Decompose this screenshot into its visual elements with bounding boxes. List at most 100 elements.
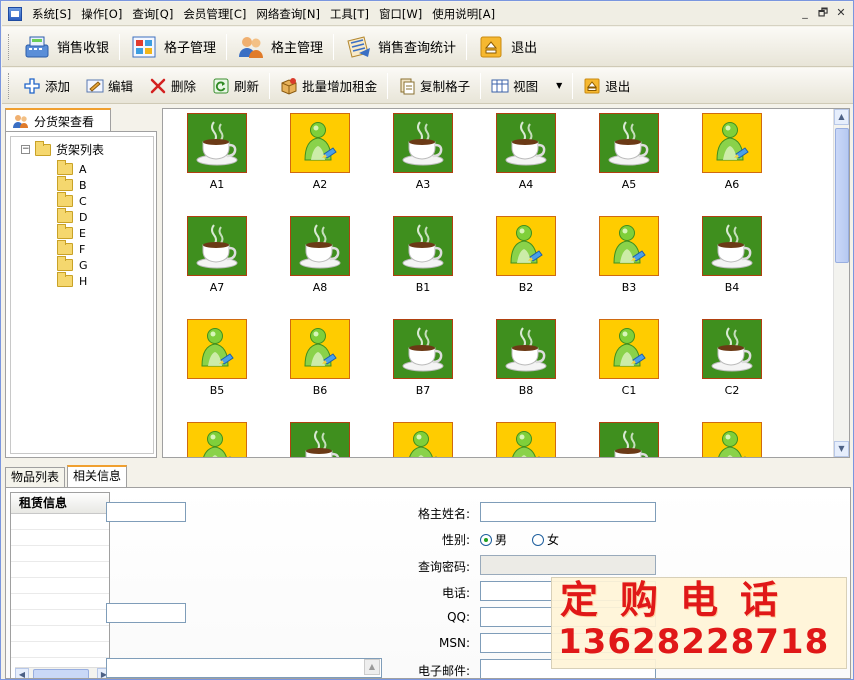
coffee-cup-icon[interactable] (290, 216, 350, 276)
user-available-icon[interactable] (496, 422, 556, 457)
batch-add-rent-button[interactable]: 批量增加租金 (272, 72, 385, 100)
tree-root[interactable]: − 货架列表 (21, 140, 104, 158)
grid-cell[interactable]: B6 (266, 319, 356, 397)
tree-item-b[interactable]: B (57, 176, 88, 193)
list-item[interactable] (11, 642, 109, 658)
coffee-cup-icon[interactable] (496, 319, 556, 379)
sales-checkout-button[interactable]: 销售收银 (15, 31, 117, 63)
user-available-icon[interactable] (496, 216, 556, 276)
tree-item-c[interactable]: C (57, 192, 88, 209)
coffee-cup-icon[interactable] (496, 113, 556, 173)
grid-cell[interactable] (266, 422, 356, 457)
coffee-cup-icon[interactable] (702, 216, 762, 276)
list-item[interactable] (11, 578, 109, 594)
chevron-down-icon[interactable]: ▼ (556, 81, 562, 90)
grid-cell[interactable]: A4 (472, 113, 562, 191)
user-available-icon[interactable] (290, 319, 350, 379)
grid-cell[interactable]: B3 (575, 216, 665, 294)
query-password-input[interactable] (480, 555, 656, 575)
grid-cell[interactable]: A8 (266, 216, 356, 294)
toolbar-grip[interactable] (8, 72, 11, 99)
field-scroll-button[interactable]: ▲ (364, 659, 380, 675)
coffee-cup-icon[interactable] (393, 113, 453, 173)
tab-related-info[interactable]: 相关信息 (67, 465, 128, 487)
grid-cell[interactable] (163, 422, 253, 457)
scroll-thumb[interactable] (33, 669, 89, 678)
rent-field-3[interactable] (106, 658, 382, 678)
delete-button[interactable]: 删除 (141, 72, 204, 100)
coffee-cup-icon[interactable] (599, 422, 659, 457)
coffee-cup-icon[interactable] (187, 216, 247, 276)
owner-management-button[interactable]: 格主管理 (229, 31, 331, 63)
collapse-icon[interactable]: − (21, 145, 30, 154)
user-available-icon[interactable] (599, 216, 659, 276)
grid-management-button[interactable]: 格子管理 (122, 31, 224, 63)
grid-cell[interactable]: A1 (163, 113, 253, 191)
grid-cell[interactable] (575, 422, 665, 457)
menu-help[interactable]: 使用说明[A] (427, 3, 500, 25)
tab-item-list[interactable]: 物品列表 (5, 467, 66, 487)
exit-button[interactable]: 退出 (469, 31, 545, 63)
coffee-cup-icon[interactable] (393, 319, 453, 379)
tree-item-g[interactable]: G (57, 256, 88, 273)
sales-statistics-button[interactable]: 销售查询统计 (336, 31, 464, 63)
scroll-thumb[interactable] (835, 128, 849, 263)
menu-network[interactable]: 网络查询[N] (251, 3, 325, 25)
user-available-icon[interactable] (187, 422, 247, 457)
menu-member[interactable]: 会员管理[C] (178, 3, 251, 25)
rent-field-1[interactable] (106, 502, 186, 522)
list-item[interactable] (11, 546, 109, 562)
tree-item-h[interactable]: H (57, 272, 88, 289)
coffee-cup-icon[interactable] (393, 216, 453, 276)
grid-cell[interactable] (472, 422, 562, 457)
list-item[interactable] (11, 562, 109, 578)
grid-cell[interactable] (678, 422, 768, 457)
restore-button[interactable]: 🗗 (815, 6, 831, 22)
grid-cell[interactable]: A6 (678, 113, 768, 191)
add-button[interactable]: 添加 (15, 72, 78, 100)
copy-grid-button[interactable]: 复制格子 (390, 72, 478, 100)
app-icon[interactable] (8, 6, 22, 21)
coffee-cup-icon[interactable] (702, 319, 762, 379)
scroll-down-button[interactable]: ▼ (834, 441, 849, 457)
grid-cell[interactable]: B1 (369, 216, 459, 294)
user-available-icon[interactable] (702, 422, 762, 457)
vertical-scrollbar[interactable]: ▲ ▼ (833, 109, 849, 457)
refresh-button[interactable]: 刷新 (204, 72, 267, 100)
scroll-up-button[interactable]: ▲ (834, 109, 849, 125)
grid-cell[interactable]: B4 (678, 216, 768, 294)
menu-query[interactable]: 查询[Q] (127, 3, 178, 25)
grid-cell[interactable]: A2 (266, 113, 356, 191)
user-available-icon[interactable] (393, 422, 453, 457)
user-available-icon[interactable] (290, 113, 350, 173)
grid-cell[interactable]: A5 (575, 113, 665, 191)
grid-cell[interactable]: B8 (472, 319, 562, 397)
tree-item-e[interactable]: E (57, 224, 88, 241)
horizontal-scrollbar[interactable]: ◀ ▶ (15, 667, 111, 678)
coffee-cup-icon[interactable] (290, 422, 350, 457)
menu-system[interactable]: 系统[S] (27, 3, 76, 25)
grid-cell[interactable] (369, 422, 459, 457)
toolbar-grip[interactable] (8, 33, 11, 60)
exit-button-secondary[interactable]: 退出 (575, 72, 638, 100)
user-available-icon[interactable] (187, 319, 247, 379)
tree-item-f[interactable]: F (57, 240, 88, 257)
coffee-cup-icon[interactable] (599, 113, 659, 173)
grid-cell[interactable]: A7 (163, 216, 253, 294)
grid-cell[interactable]: B2 (472, 216, 562, 294)
gender-male-radio[interactable]: 男 (480, 531, 507, 548)
menu-window[interactable]: 窗口[W] (374, 3, 427, 25)
grid-cell[interactable]: C2 (678, 319, 768, 397)
menu-operation[interactable]: 操作[O] (76, 3, 127, 25)
list-item[interactable] (11, 530, 109, 546)
menu-tools[interactable]: 工具[T] (325, 3, 374, 25)
grid-cell[interactable]: A3 (369, 113, 459, 191)
grid-cell[interactable]: B7 (369, 319, 459, 397)
gender-female-radio[interactable]: 女 (532, 531, 559, 548)
user-available-icon[interactable] (702, 113, 762, 173)
list-item[interactable] (11, 594, 109, 610)
tree-item-d[interactable]: D (57, 208, 88, 225)
list-item[interactable] (11, 626, 109, 642)
list-item[interactable] (11, 514, 109, 530)
minimize-button[interactable]: _ (797, 6, 813, 22)
